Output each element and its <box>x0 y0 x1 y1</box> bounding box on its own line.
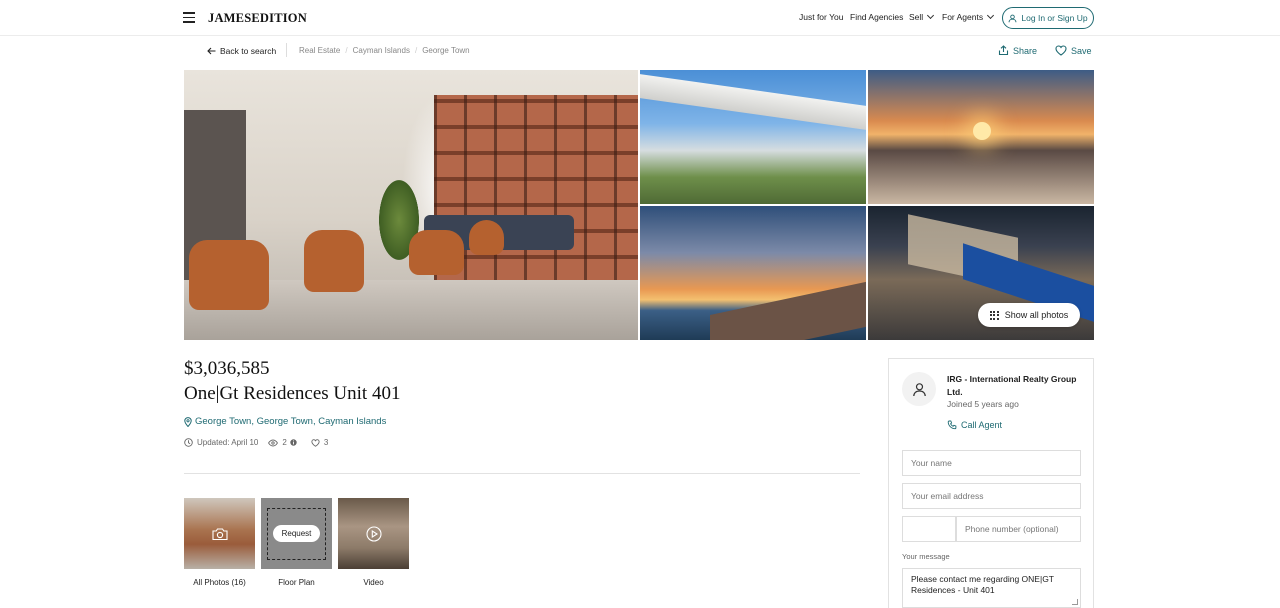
updated-label: Updated: April 10 <box>197 438 259 447</box>
back-to-search-link[interactable]: Back to search <box>207 46 276 56</box>
chair-graphic <box>469 220 504 255</box>
chair-graphic <box>304 230 364 292</box>
show-all-photos-button[interactable]: Show all photos <box>978 303 1080 327</box>
resize-handle[interactable] <box>1072 599 1078 605</box>
all-photos-label: All Photos (16) <box>193 578 246 587</box>
heart-icon <box>1055 45 1067 56</box>
views-info: 2 <box>268 438 300 447</box>
nav-for-agents-label: For Agents <box>942 12 984 22</box>
back-to-search-label: Back to search <box>220 46 277 56</box>
agent-contact-card: IRG - International Realty Group Ltd. Jo… <box>888 358 1094 608</box>
play-icon <box>365 525 382 542</box>
login-signup-button[interactable]: Log In or Sign Up <box>1002 7 1094 29</box>
clock-icon <box>184 438 193 447</box>
chevron-down-icon <box>987 11 995 20</box>
phone-icon <box>947 420 957 430</box>
user-icon <box>1009 14 1017 22</box>
message-label: Your message <box>902 552 950 561</box>
main-photo-lobby[interactable] <box>184 70 638 340</box>
share-label: Share <box>1013 45 1038 56</box>
listing-meta: Updated: April 10 2 3 <box>184 438 338 447</box>
listing-price: $3,036,585 <box>184 358 270 379</box>
bookshelf-dividers-graphic <box>434 95 638 285</box>
chair-graphic <box>409 230 464 275</box>
save-label: Save <box>1071 45 1092 56</box>
site-logo[interactable]: JAMESEDITION <box>208 11 307 26</box>
hamburger-menu-icon[interactable] <box>183 12 195 23</box>
listing-title: One|Gt Residences Unit 401 <box>184 383 401 404</box>
share-icon <box>998 45 1009 56</box>
grid-icon <box>989 310 999 320</box>
chair-graphic <box>189 240 269 310</box>
agent-name[interactable]: IRG - International Realty Group Ltd. <box>947 373 1087 399</box>
request-floor-plan-button[interactable]: Request <box>273 525 320 542</box>
camera-icon <box>211 527 228 540</box>
listing-location-link[interactable]: George Town, George Town, Cayman Islands <box>184 416 386 427</box>
breadcrumb-divider <box>286 43 287 57</box>
photo-rooftop-terrace[interactable] <box>640 70 866 204</box>
user-icon <box>912 382 926 396</box>
photo-sunset-dining[interactable] <box>868 70 1094 204</box>
message-text: Please contact me regarding ONE|GT Resid… <box>911 574 1054 595</box>
likes-count: 3 <box>323 438 329 447</box>
nav-just-for-you[interactable]: Just for You <box>799 12 843 22</box>
agent-avatar <box>902 372 936 406</box>
agent-joined: Joined 5 years ago <box>947 399 1019 409</box>
save-button[interactable]: Save <box>1055 45 1092 56</box>
floor-plan-thumbnail[interactable]: Request <box>261 498 332 569</box>
nav-sell[interactable]: Sell <box>909 11 935 22</box>
breadcrumb-george-town[interactable]: George Town <box>422 46 469 55</box>
info-icon[interactable] <box>290 439 297 446</box>
pergola-graphic <box>640 74 866 130</box>
phone-input[interactable]: Phone number (optional) <box>956 516 1081 542</box>
updated-info: Updated: April 10 <box>184 438 258 447</box>
top-header: JAMESEDITION Just for You Find Agencies … <box>0 0 1280 36</box>
breadcrumb-cayman-islands[interactable]: Cayman Islands <box>353 46 410 55</box>
call-agent-label: Call Agent <box>961 420 1003 430</box>
nav-sell-label: Sell <box>909 12 924 22</box>
call-agent-button[interactable]: Call Agent <box>947 420 1002 430</box>
nav-for-agents[interactable]: For Agents <box>942 11 995 22</box>
floor-plan-label: Floor Plan <box>278 578 315 587</box>
video-label: Video <box>363 578 384 587</box>
sun-graphic <box>973 122 991 140</box>
views-count: 2 <box>282 438 287 447</box>
video-thumbnail[interactable] <box>338 498 409 569</box>
show-all-photos-label: Show all photos <box>1004 310 1069 320</box>
all-photos-thumbnail[interactable] <box>184 498 255 569</box>
breadcrumb: Real Estate / Cayman Islands / George Town <box>299 46 470 55</box>
photo-ocean-sunset[interactable] <box>640 206 866 340</box>
share-button[interactable]: Share <box>998 45 1037 56</box>
likes-info: 3 <box>311 438 328 447</box>
rooftop-ledge-graphic <box>710 280 866 340</box>
eye-icon <box>268 439 279 446</box>
phone-country-code-input[interactable] <box>902 516 956 542</box>
heart-icon <box>311 438 320 447</box>
breadcrumb-real-estate[interactable]: Real Estate <box>299 46 340 55</box>
message-textarea[interactable]: Please contact me regarding ONE|GT Resid… <box>902 568 1081 608</box>
login-signup-label: Log In or Sign Up <box>1021 13 1088 23</box>
arrow-left-icon <box>207 47 216 55</box>
email-input[interactable]: Your email address <box>902 483 1081 509</box>
section-divider <box>184 473 860 474</box>
name-input[interactable]: Your name <box>902 450 1081 476</box>
chevron-down-icon <box>927 11 935 20</box>
listing-location-label: George Town, George Town, Cayman Islands <box>195 416 387 427</box>
nav-find-agencies[interactable]: Find Agencies <box>850 12 903 22</box>
map-pin-icon <box>184 416 192 427</box>
